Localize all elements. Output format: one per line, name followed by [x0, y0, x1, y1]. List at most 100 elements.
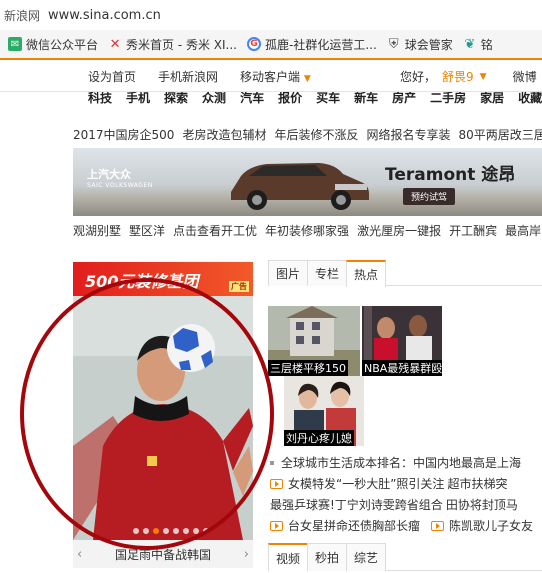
list-item[interactable]: 最强乒球赛!丁宁刘诗雯跨省组合 田协将封顶马	[270, 494, 542, 515]
slide-caption[interactable]: 国足雨中备战韩国	[115, 546, 211, 563]
feature-slideshow[interactable]: 500元装修基团 广告 ‹ 国足雨中备战韩国 ›	[73, 262, 253, 568]
news-link[interactable]: 激光厘房一键报	[357, 222, 441, 239]
url-text[interactable]: www.sina.com.cn	[48, 8, 161, 23]
thumb-caption: NBA最残暴群殴	[362, 360, 442, 376]
slide-dot[interactable]	[143, 528, 149, 534]
nav-link[interactable]: 众测	[202, 92, 226, 106]
chevron-down-icon: ▼	[303, 74, 311, 84]
mobile-client-link[interactable]: 移动客户端 ▼	[240, 68, 311, 85]
ad-tag: 广告	[229, 281, 249, 292]
bookmark-wechat[interactable]: ✉ 微信公众平台	[8, 36, 98, 53]
news-link[interactable]: 点击查看开工优	[173, 222, 257, 239]
news-link[interactable]: 最高岸	[505, 222, 541, 239]
test-drive-button[interactable]: 预约试驾	[403, 188, 456, 205]
video-icon	[431, 520, 445, 531]
top-nav: 设为首页 手机新浪网 移动客户端 ▼ 您好， 舒畏9 ▼ 微博	[0, 62, 542, 92]
chevron-left-icon[interactable]: ‹	[77, 547, 82, 562]
tab-pictures[interactable]: 图片	[268, 260, 308, 286]
list-item[interactable]: 台女星拼命还债胸部长瘤 陈凯歌儿子女友	[270, 515, 542, 536]
headline-link[interactable]: 最强乒球赛!丁宁刘诗雯跨省组合	[270, 496, 443, 513]
thumb-item[interactable]: NBA最残暴群殴	[362, 306, 442, 376]
wechat-icon: ✉	[8, 37, 22, 51]
greeting-text: 您好，	[400, 70, 437, 84]
car-banner-ad[interactable]: 上汽大众 SAIC VOLKSWAGEN Teramont 途昂 预约试驾	[73, 148, 542, 216]
username-link[interactable]: 舒畏9	[442, 68, 474, 85]
weibo-link[interactable]: 微博	[513, 68, 537, 85]
thumb-caption: 三层楼平移150	[268, 360, 348, 376]
headline-link[interactable]: 田协将封顶马	[446, 496, 518, 513]
news-link[interactable]: 观湖别墅	[73, 222, 121, 239]
headline-list: 全球城市生活成本排名：中国内地最高是上海 女模特发“一秒大肚”照引关注 超市扶梯…	[270, 452, 542, 536]
brand-subtitle: SAIC VOLKSWAGEN	[87, 182, 153, 189]
address-bar[interactable]: 新浪网 www.sina.com.cn	[0, 0, 542, 30]
bookmark-gulu[interactable]: G 孤鹿-社群化运营工...	[247, 36, 377, 53]
news-row: 观湖别墅 墅区洋 点击查看开工优 年初装修哪家强 激光厘房一键报 开工酬宾 最高…	[73, 220, 542, 240]
news-link[interactable]: 网络报名专享装	[366, 126, 450, 143]
news-link[interactable]: 年后装修不涨反	[274, 126, 358, 143]
slide-dot[interactable]	[173, 528, 179, 534]
nav-link[interactable]: 新车	[354, 92, 378, 106]
ad-text: 500元装修基团	[85, 272, 199, 291]
bullet-icon	[270, 460, 274, 465]
nav-link[interactable]: 探索	[164, 92, 188, 106]
thumb-item[interactable]: 刘丹心疼儿媳	[284, 376, 364, 446]
news-link[interactable]: 老房改造包辅材	[182, 126, 266, 143]
news-link[interactable]: 墅区洋	[129, 222, 165, 239]
shield-icon: ⛨	[388, 36, 399, 52]
thumb-item[interactable]: 三层楼平移150	[268, 306, 360, 376]
news-link[interactable]: 年初装修哪家强	[265, 222, 349, 239]
nav-link[interactable]: 房产	[392, 92, 416, 106]
nav-link[interactable]: 收藏	[518, 92, 542, 106]
nav-link[interactable]: 家居	[480, 92, 504, 106]
thumb-caption: 刘丹心疼儿媳	[284, 430, 354, 446]
nav-link[interactable]: 科技	[88, 92, 112, 106]
bookmark-label: ‎‎铭	[480, 37, 493, 52]
google-icon: G	[247, 37, 261, 51]
list-item[interactable]: 全球城市生活成本排名：中国内地最高是上海	[270, 452, 542, 473]
headline-link[interactable]: 陈凯歌儿子女友	[449, 517, 533, 534]
mobile-client-label: 移动客户端	[240, 70, 301, 84]
headline-link[interactable]: 超市扶梯突	[447, 475, 507, 492]
bookmark-label: 孤鹿-社群化运营工...	[265, 37, 377, 52]
tab-video[interactable]: 视频	[268, 543, 308, 571]
chevron-down-icon[interactable]: ▼	[480, 72, 487, 82]
headline-link[interactable]: 台女星拼命还债胸部长瘤	[288, 517, 420, 534]
bookmark-label: 秀米首页 - 秀米 XI...	[126, 37, 237, 52]
bookmark-xiumi[interactable]: ✕ 秀米首页 - 秀米 XI...	[108, 36, 237, 53]
nav-link[interactable]: 手机	[126, 92, 150, 106]
list-item[interactable]: 女模特发“一秒大肚”照引关注 超市扶梯突	[270, 473, 542, 494]
slide-caption-bar: ‹ 国足雨中备战韩国 ›	[73, 540, 253, 568]
nav-link[interactable]: 报价	[278, 92, 302, 106]
news-row: 2017中国房企500 老房改造包辅材 年后装修不涨反 网络报名专享装 80平两…	[73, 124, 542, 144]
headline-link[interactable]: 女模特发“一秒大肚”照引关注	[288, 475, 444, 492]
news-link[interactable]: 2017中国房企500	[73, 126, 174, 143]
slide-dot[interactable]	[163, 528, 169, 534]
leaf-icon: ❦	[464, 36, 476, 52]
headline-link[interactable]: 全球城市生活成本排名：中国内地最高是上海	[281, 454, 521, 471]
nav-link[interactable]: 买车	[316, 92, 340, 106]
brand-logo: 上汽大众 SAIC VOLKSWAGEN	[87, 166, 153, 189]
chevron-right-icon[interactable]: ›	[244, 547, 249, 562]
slide-dot-active[interactable]	[153, 528, 159, 534]
bookmark-more[interactable]: ❦ ‎‎铭	[463, 36, 493, 53]
video-icon	[270, 478, 283, 489]
bookmark-label: 球会管家	[404, 37, 453, 52]
slide-dot[interactable]	[193, 528, 199, 534]
tab-miaopai[interactable]: 秒拍	[307, 543, 347, 571]
video-icon	[270, 520, 283, 531]
slide-dot[interactable]	[203, 528, 209, 534]
bookmark-qiuhui[interactable]: ⛨ 球会管家	[387, 36, 453, 53]
mobile-sina-link[interactable]: 手机新浪网	[158, 68, 218, 85]
decor-ad-strip[interactable]: 500元装修基团 广告	[73, 262, 253, 296]
tab-hot[interactable]: 热点	[346, 260, 386, 287]
tab-column[interactable]: 专栏	[307, 260, 347, 286]
slide-indicators	[133, 528, 209, 534]
tab-variety[interactable]: 综艺	[346, 543, 386, 571]
news-link[interactable]: 开工酬宾	[449, 222, 497, 239]
set-home-link[interactable]: 设为首页	[88, 68, 136, 85]
slide-dot[interactable]	[183, 528, 189, 534]
nav-link[interactable]: 二手房	[430, 92, 466, 106]
nav-link[interactable]: 汽车	[240, 92, 264, 106]
slide-dot[interactable]	[133, 528, 139, 534]
news-link[interactable]: 80平两居改三居	[459, 126, 542, 143]
